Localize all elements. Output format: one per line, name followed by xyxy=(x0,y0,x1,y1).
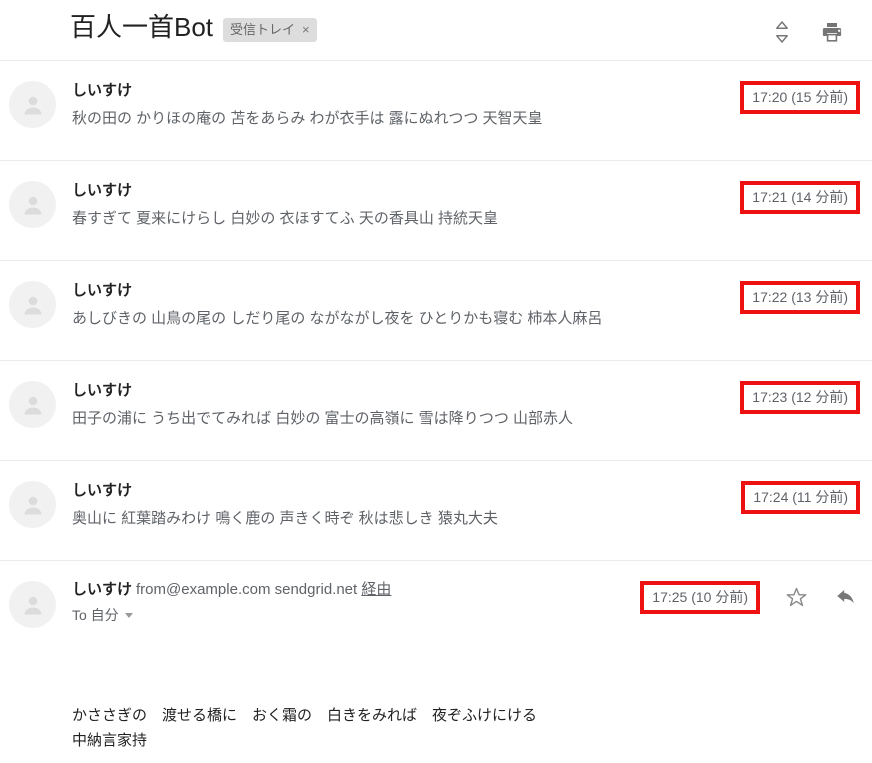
timestamp: 17:25 (10 分前) xyxy=(640,581,760,614)
avatar xyxy=(9,281,56,328)
timestamp: 17:21 (14 分前) xyxy=(740,181,860,214)
sender-line: しいすけ from@example.com sendgrid.net 経由 xyxy=(72,580,630,600)
message-meta: 17:23 (12 分前) xyxy=(740,379,860,414)
message-row-2[interactable]: しいすけ 春すぎて 夏来にけらし 白妙の 衣ほすてふ 天の香具山 持統天皇 17… xyxy=(0,160,872,260)
avatar xyxy=(9,481,56,528)
subject-area: 百人一首Bot 受信トレイ × xyxy=(70,10,770,44)
recipient-label: To 自分 xyxy=(72,607,119,623)
message-content: しいすけ 田子の浦に うち出でてみれば 白妙の 富士の高嶺に 雪は降りつつ 山部… xyxy=(72,379,730,430)
timestamp: 17:20 (15 分前) xyxy=(740,81,860,114)
message-content: しいすけ 奥山に 紅葉踏みわけ 鳴く鹿の 声きく時ぞ 秋は悲しき 猿丸大夫 xyxy=(72,479,731,530)
via-label-link[interactable]: 経由 xyxy=(361,581,391,598)
message-row-3[interactable]: しいすけ あしびきの 山鳥の尾の しだり尾の ながながし夜を ひとりかも寝む 柿… xyxy=(0,260,872,360)
message-body-text: かささぎの 渡せる橋に おく霜の 白きをみれば 夜ぞふけにける 中納言家持 xyxy=(72,707,538,749)
sender-name: しいすけ xyxy=(72,482,133,499)
unfold-more-icon[interactable] xyxy=(770,20,794,44)
sender-name: しいすけ xyxy=(72,581,133,598)
message-row-4[interactable]: しいすけ 田子の浦に うち出でてみれば 白妙の 富士の高嶺に 雪は降りつつ 山部… xyxy=(0,360,872,460)
print-icon[interactable] xyxy=(820,20,844,44)
message-content: しいすけ 秋の田の かりほの庵の 苫をあらみ わが衣手は 露にぬれつつ 天智天皇 xyxy=(72,79,730,130)
message-meta: 17:20 (15 分前) xyxy=(740,79,860,114)
message-row-5[interactable]: しいすけ 奥山に 紅葉踏みわけ 鳴く鹿の 声きく時ぞ 秋は悲しき 猿丸大夫 17… xyxy=(0,460,872,560)
avatar xyxy=(9,381,56,428)
sender-address: from@example.com xyxy=(136,581,271,598)
message-snippet: あしびきの 山鳥の尾の しだり尾の ながながし夜を ひとりかも寝む 柿本人麻呂 xyxy=(72,310,603,327)
avatar xyxy=(9,181,56,228)
message-content: しいすけ あしびきの 山鳥の尾の しだり尾の ながながし夜を ひとりかも寝む 柿… xyxy=(72,279,730,330)
sender-name: しいすけ xyxy=(72,182,133,199)
message-snippet: 春すぎて 夏来にけらし 白妙の 衣ほすてふ 天の香具山 持統天皇 xyxy=(72,210,498,227)
thread-header: 百人一首Bot 受信トレイ × xyxy=(0,0,872,60)
message-meta: 17:24 (11 分前) xyxy=(741,479,860,514)
email-thread: 百人一首Bot 受信トレイ × しいすけ 秋の田の かりほの庵の 苫をあらみ わ… xyxy=(0,0,872,763)
sender-name: しいすけ xyxy=(72,282,133,299)
header-actions xyxy=(770,20,848,44)
message-content: しいすけ 春すぎて 夏来にけらし 白妙の 衣ほすてふ 天の香具山 持統天皇 xyxy=(72,179,730,230)
page-title: 百人一首Bot xyxy=(70,12,214,42)
message-meta: 17:21 (14 分前) xyxy=(740,179,860,214)
close-icon[interactable]: × xyxy=(302,23,310,36)
label-chip-text: 受信トレイ xyxy=(230,22,296,37)
message-snippet: 奥山に 紅葉踏みわけ 鳴く鹿の 声きく時ぞ 秋は悲しき 猿丸大夫 xyxy=(72,510,498,527)
sender-name: しいすけ xyxy=(72,382,133,399)
open-message-meta: 17:25 (10 分前) xyxy=(640,579,860,614)
message-meta: 17:22 (13 分前) xyxy=(740,279,860,314)
message-snippet: 秋の田の かりほの庵の 苫をあらみ わが衣手は 露にぬれつつ 天智天皇 xyxy=(72,110,543,127)
reply-icon[interactable] xyxy=(832,584,860,612)
avatar xyxy=(9,81,56,128)
message-row-open: しいすけ from@example.com sendgrid.net 経由 To … xyxy=(0,560,872,685)
timestamp: 17:22 (13 分前) xyxy=(740,281,860,314)
label-chip-inbox[interactable]: 受信トレイ × xyxy=(223,18,317,42)
message-row-1[interactable]: しいすけ 秋の田の かりほの庵の 苫をあらみ わが衣手は 露にぬれつつ 天智天皇… xyxy=(0,60,872,160)
timestamp: 17:23 (12 分前) xyxy=(740,381,860,414)
avatar xyxy=(9,581,56,628)
chevron-down-icon[interactable] xyxy=(124,612,133,618)
star-outline-icon[interactable] xyxy=(782,584,810,612)
open-message-header: しいすけ from@example.com sendgrid.net 経由 To … xyxy=(72,579,630,625)
timestamp: 17:24 (11 分前) xyxy=(741,481,860,514)
recipient-toggle[interactable]: To 自分 xyxy=(72,606,133,624)
via-domain: sendgrid.net xyxy=(274,581,358,598)
message-snippet: 田子の浦に うち出でてみれば 白妙の 富士の高嶺に 雪は降りつつ 山部赤人 xyxy=(72,410,573,427)
sender-name: しいすけ xyxy=(72,82,133,99)
